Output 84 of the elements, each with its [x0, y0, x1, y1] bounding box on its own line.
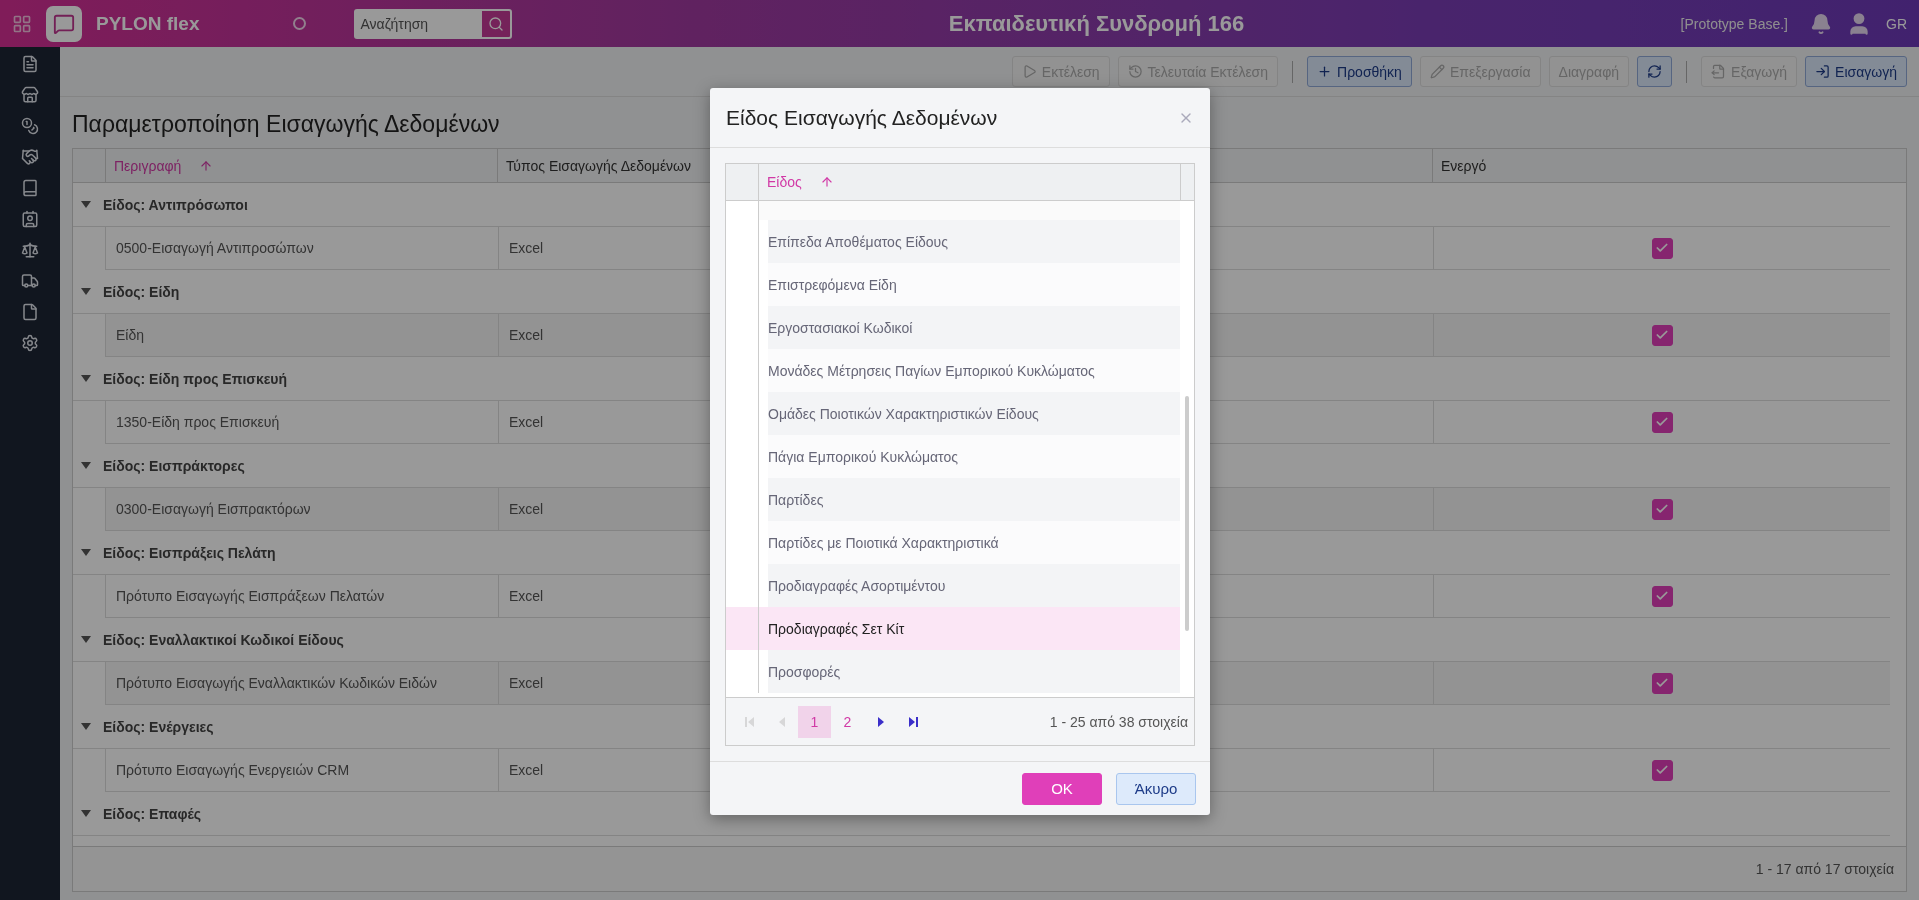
group-label: Είδος: Ενέργειες [103, 718, 214, 735]
caret-icon[interactable] [81, 809, 91, 818]
refresh-icon [1647, 64, 1663, 79]
export-icon [1711, 64, 1727, 79]
pencil-icon [1429, 64, 1445, 79]
record-count: 1 - 17 από 17 στοιχεία [1755, 861, 1894, 877]
table-cell-text: Είδη [115, 326, 146, 345]
history-icon [1127, 64, 1143, 79]
caret-icon[interactable] [81, 722, 91, 731]
column-header[interactable]: Είδος [767, 174, 802, 190]
group-label: Είδος: Είδη [103, 283, 180, 300]
brand-name: PYLON flex [96, 12, 200, 35]
check-icon [1655, 763, 1669, 777]
active-checkbox[interactable] [1651, 411, 1673, 433]
language-label[interactable]: GR [1886, 15, 1907, 32]
handshake-icon[interactable] [21, 148, 39, 166]
caret-icon[interactable] [81, 374, 91, 383]
active-checkbox[interactable] [1651, 585, 1673, 607]
search-button[interactable] [480, 8, 513, 39]
ok-button[interactable]: OK [1022, 772, 1102, 805]
check-icon [1655, 676, 1669, 690]
list-row[interactable]: Προδιαγραφές Σετ Κίτ [726, 607, 1180, 650]
active-checkbox[interactable] [1651, 498, 1673, 520]
active-checkbox[interactable] [1651, 672, 1673, 694]
active-checkbox[interactable] [1651, 324, 1673, 346]
coins-icon[interactable] [21, 117, 39, 135]
refresh-button[interactable] [1637, 56, 1673, 87]
page-summary: 1 - 25 από 38 στοιχεία [1049, 713, 1188, 730]
check-icon [1655, 328, 1669, 342]
settings-icon[interactable] [21, 334, 39, 352]
scrollbar-thumb[interactable] [1185, 396, 1189, 631]
column-header[interactable]: Τύπος Εισαγωγής Δεδομένων [506, 157, 692, 174]
app-grid-icon[interactable] [12, 13, 32, 34]
first-page-icon [742, 715, 755, 728]
caret-icon[interactable] [81, 287, 91, 296]
table-cell-text: Πρότυπο Εισαγωγής Ενεργειών CRM [115, 761, 351, 780]
caret-icon[interactable] [81, 200, 91, 209]
search-field[interactable]: Αναζήτηση [354, 8, 481, 39]
table-cell-text: 0500-Εισαγωγή Αντιπροσώπων [115, 239, 315, 258]
import-icon [1815, 64, 1831, 79]
column-header[interactable]: Περιγραφή [114, 157, 182, 174]
status-circle-icon [293, 17, 307, 30]
last-page-icon [907, 715, 920, 728]
check-icon [1655, 241, 1669, 255]
plus-icon [1317, 64, 1333, 79]
page-button[interactable]: 2 [831, 705, 864, 738]
table-cell-text: 1350-Είδη προς Επισκευή [115, 413, 281, 432]
scale-icon[interactable] [21, 241, 39, 259]
active-checkbox[interactable] [1651, 759, 1673, 781]
toolbar-button[interactable]: Προσθήκη [1307, 56, 1412, 87]
search-icon [488, 15, 505, 32]
check-icon [1655, 502, 1669, 516]
group-label: Είδος: Εναλλακτικοί Κωδικοί Είδους [103, 631, 344, 648]
book-icon[interactable] [21, 179, 39, 197]
group-label: Είδος: Αντιπρόσωποι [103, 196, 248, 213]
group-label: Είδος: Εισπράξεις Πελάτη [103, 544, 276, 561]
truck-icon[interactable] [21, 272, 39, 290]
column-header[interactable]: Ενεργό [1441, 157, 1487, 174]
group-label: Είδος: Είδη προς Επισκευή [103, 370, 288, 387]
logo-icon [46, 5, 82, 42]
group-label: Είδος: Εισπράκτορες [103, 457, 245, 474]
table-cell-text: 0300-Εισαγωγή Εισπρακτόρων [115, 500, 312, 519]
document-icon[interactable] [21, 55, 39, 73]
table-cell-text: Πρότυπο Εισαγωγής Εναλλακτικών Κωδικών Ειδών [115, 674, 438, 693]
page-button[interactable]: 1 [798, 705, 831, 738]
caret-icon[interactable] [81, 548, 91, 557]
check-icon [1655, 415, 1669, 429]
table-cell-text: Πρότυπο Εισαγωγής Εισπράξεων Πελατών [115, 587, 386, 606]
active-checkbox[interactable] [1651, 237, 1673, 259]
store-icon[interactable] [21, 86, 39, 104]
group-label: Είδος: Επαφές [103, 805, 201, 822]
toolbar-button[interactable]: Εισαγωγή [1805, 56, 1907, 87]
play-icon [1021, 64, 1037, 79]
dialog-title: Είδος Εισαγωγής Δεδομένων [726, 105, 998, 130]
cancel-button[interactable]: Άκυρο [1116, 772, 1196, 805]
environment-label: [Prototype Base.] [1680, 15, 1788, 32]
contact-card-icon[interactable] [21, 210, 39, 228]
check-icon [1655, 589, 1669, 603]
page-title: Παραμετροποίηση Εισαγωγής Δεδομένων [71, 110, 500, 139]
notifications-bell-icon[interactable] [1810, 12, 1832, 35]
caret-icon[interactable] [81, 461, 91, 470]
file-icon[interactable] [21, 303, 39, 321]
subscription-title: Εκπαιδευτική Συνδρομή 166 [947, 10, 1246, 37]
caret-icon[interactable] [81, 635, 91, 644]
